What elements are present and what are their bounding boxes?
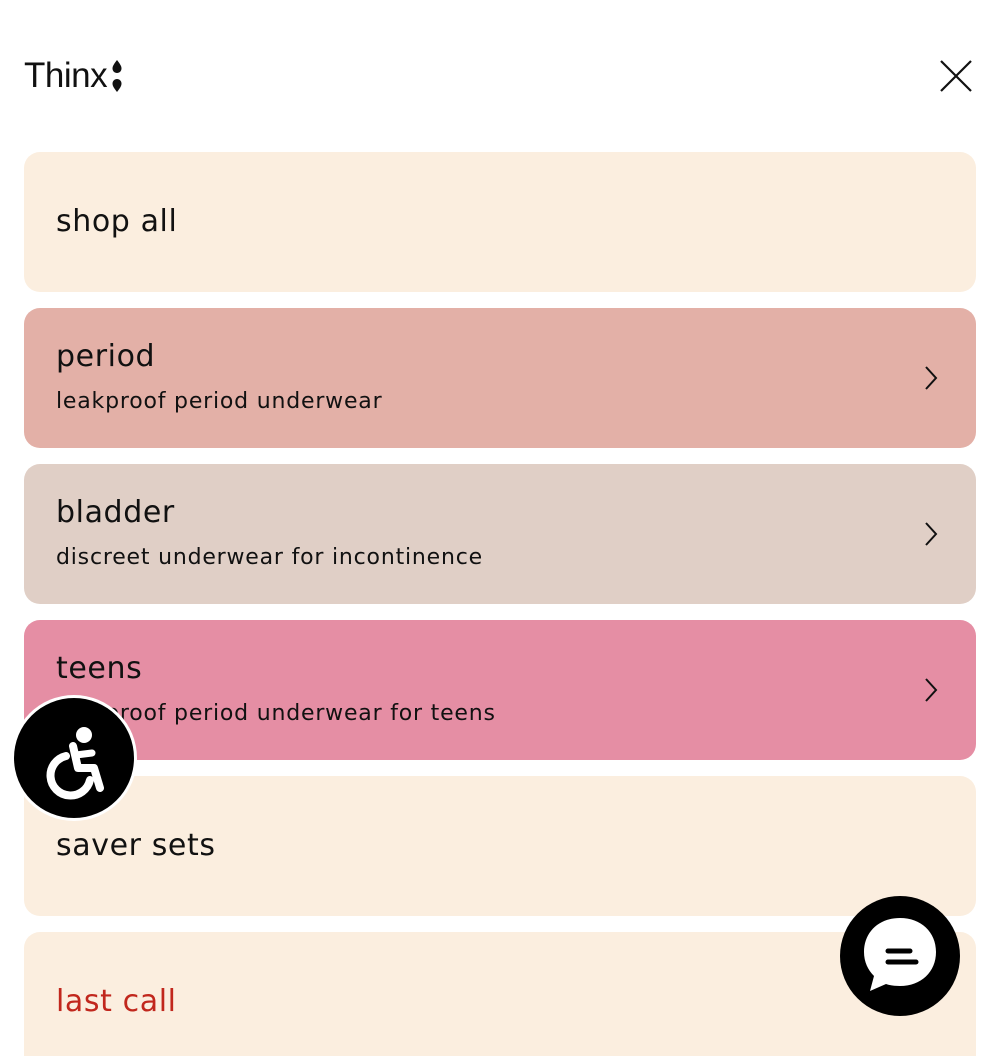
menu-item-bladder[interactable]: bladder discreet underwear for incontine… (24, 464, 976, 604)
close-icon[interactable] (936, 56, 976, 96)
menu-item-shop-all[interactable]: shop all (24, 152, 976, 292)
droplet-mark-icon (112, 60, 122, 92)
chevron-right-icon (925, 678, 938, 702)
menu-item-teens[interactable]: teens leakproof period underwear for tee… (24, 620, 976, 760)
chat-button[interactable] (840, 896, 960, 1016)
menu-item-title: last call (56, 984, 177, 1019)
accessibility-button[interactable] (14, 698, 134, 818)
menu-item-title: saver sets (56, 828, 216, 863)
wheelchair-accessibility-icon (46, 727, 104, 800)
menu-item-saver-sets[interactable]: saver sets (24, 776, 976, 916)
chevron-right-icon (925, 366, 938, 390)
chevron-right-icon (925, 522, 938, 546)
menu-item-title: period (56, 339, 156, 374)
logo-text: Thinx (24, 56, 108, 95)
menu-item-subtitle: leakproof period underwear (56, 389, 383, 414)
menu-item-title: bladder (56, 495, 175, 530)
menu-header: Thinx (0, 0, 1000, 152)
menu-item-subtitle: discreet underwear for incontinence (56, 545, 483, 570)
menu-item-period[interactable]: period leakproof period underwear (24, 308, 976, 448)
menu-item-title: shop all (56, 204, 178, 239)
mobile-menu-page: Thinx shop all period leakproof period u… (0, 0, 1000, 1056)
chat-bubble-icon (864, 918, 936, 991)
menu-item-title: teens (56, 651, 143, 686)
menu-item-last-call[interactable]: last call (24, 932, 976, 1056)
thinx-logo[interactable]: Thinx (24, 56, 123, 96)
